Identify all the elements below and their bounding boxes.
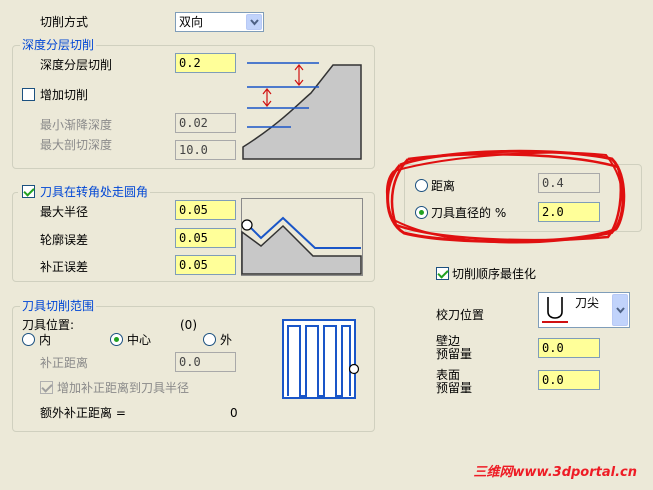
corner-illustration (241, 198, 363, 276)
depth-cut-group-title: 深度分层切削 (20, 38, 97, 52)
radio-outside-label: 外 (220, 333, 233, 347)
tool-tip-select[interactable]: 刀尖 (538, 292, 630, 328)
radio-outside[interactable] (203, 333, 216, 346)
optimize-label: 切削顺序最佳化 (452, 267, 537, 281)
radio-inside[interactable] (22, 333, 35, 346)
add-comp-checkbox[interactable] (40, 381, 53, 394)
cut-method-select[interactable]: 双向 (175, 12, 264, 32)
tool-range-illustration (282, 319, 360, 399)
comp-dist-label: 补正距离 (40, 356, 89, 370)
chevron-down-icon[interactable] (612, 294, 628, 326)
contour-tol-input[interactable]: 0.05 (175, 228, 236, 248)
corner-round-checkbox[interactable] (22, 185, 35, 198)
floor-stock-label-1: 表面 (436, 368, 461, 382)
depth-cut-input[interactable]: 0.2 (175, 53, 236, 73)
max-radius-label: 最大半径 (40, 205, 89, 219)
optimize-checkbox[interactable] (436, 267, 449, 280)
floor-stock-label-2: 预留量 (436, 381, 473, 395)
max-cut-label: 最大剖切深度 (40, 138, 113, 152)
annotation-scribble (386, 149, 626, 244)
min-step-label: 最小渐降深度 (40, 118, 113, 132)
wall-stock-label-2: 预留量 (436, 347, 473, 361)
min-step-input[interactable]: 0.02 (175, 113, 236, 133)
tool-pos-value: (0) (180, 318, 197, 332)
contour-tol-label: 轮廓误差 (40, 233, 89, 247)
max-radius-input[interactable]: 0.05 (175, 200, 236, 220)
depth-cut-label: 深度分层切削 (40, 58, 113, 72)
chevron-down-icon[interactable] (246, 14, 262, 30)
watermark: 三维网www.3dportal.cn (473, 465, 637, 480)
corner-group-title: 刀具在转角处走圆角 (18, 185, 151, 199)
comp-dist-input[interactable]: 0.0 (175, 352, 236, 372)
depth-cut-illustration (241, 53, 363, 161)
add-comp-label: 增加补正距离到刀具半径 (57, 381, 190, 395)
comp-tol-input[interactable]: 0.05 (175, 255, 236, 275)
radio-center[interactable] (110, 333, 123, 346)
wall-stock-label-1: 壁边 (436, 334, 461, 348)
tool-tip-value: 刀尖 (575, 296, 600, 310)
floor-stock-input[interactable]: 0.0 (538, 370, 600, 390)
max-cut-input[interactable]: 10.0 (175, 140, 236, 160)
tool-range-group-title: 刀具切削范围 (20, 299, 97, 313)
extra-comp-value: 0 (230, 406, 238, 420)
cut-method-label: 切削方式 (40, 15, 89, 29)
radio-inside-label: 内 (39, 333, 52, 347)
add-cut-label: 增加切削 (40, 88, 89, 102)
comp-tol-label: 补正误差 (40, 260, 89, 274)
tool-tip-label: 校刀位置 (436, 308, 485, 322)
extra-comp-label: 额外补正距离 = (40, 406, 126, 420)
cut-method-value: 双向 (179, 15, 204, 29)
wall-stock-input[interactable]: 0.0 (538, 338, 600, 358)
tool-tip-icon (542, 297, 568, 323)
radio-center-label: 中心 (127, 333, 152, 347)
add-cut-checkbox[interactable] (22, 88, 35, 101)
tool-pos-label: 刀具位置: (22, 318, 75, 332)
